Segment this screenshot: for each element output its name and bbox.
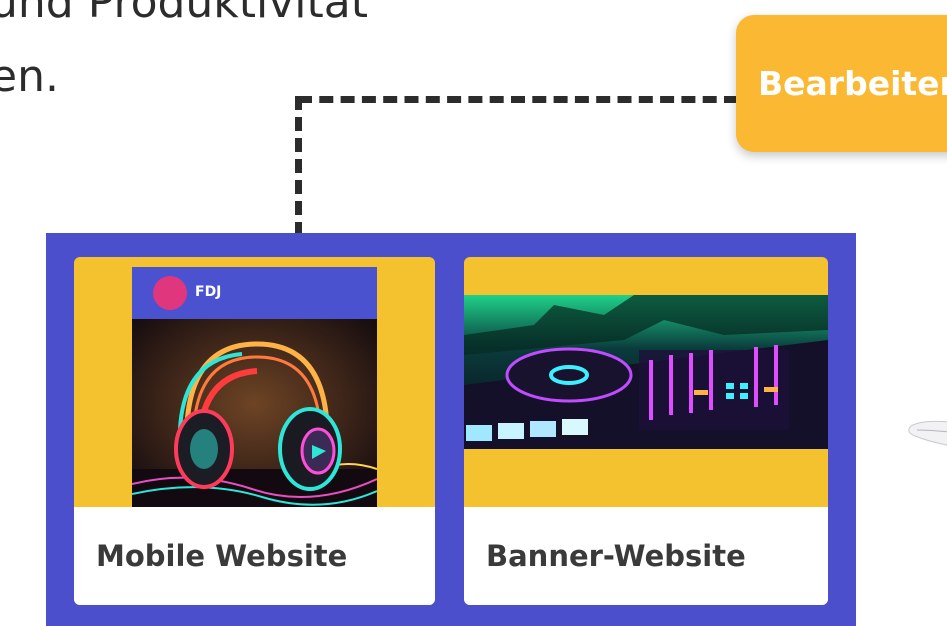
headline-line-1: und Produktivität: [0, 0, 368, 28]
mobile-website-preview: FDJ: [132, 267, 377, 508]
card-footer: Mobile Website: [74, 507, 435, 605]
card-title: Banner-Website: [486, 539, 746, 573]
edit-button[interactable]: Bearbeiten: [736, 15, 947, 152]
card-footer: Banner-Website: [464, 507, 828, 605]
template-card-banner-website[interactable]: Banner-Website: [464, 257, 828, 605]
headphones-image: [132, 319, 377, 508]
device-edge-image: [908, 420, 947, 446]
dj-controller-image: [464, 295, 828, 449]
preview-header: FDJ: [132, 267, 377, 319]
card-title: Mobile Website: [96, 539, 348, 573]
brand-label: FDJ: [195, 284, 222, 300]
edit-button-label: Bearbeiten: [758, 64, 947, 103]
dashed-connector-vertical: [295, 96, 302, 236]
dashed-connector-horizontal: [298, 96, 738, 103]
template-panel: FDJ Mobile Website Banner-Website: [46, 233, 856, 626]
avatar: [153, 276, 187, 310]
template-card-mobile-website[interactable]: FDJ Mobile Website: [74, 257, 435, 605]
